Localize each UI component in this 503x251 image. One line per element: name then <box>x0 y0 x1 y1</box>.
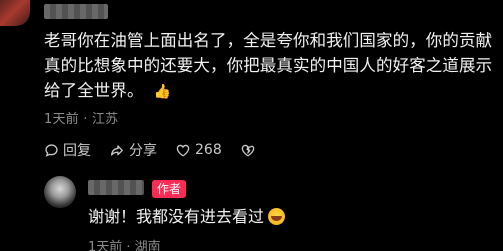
like-button[interactable]: 268 <box>175 142 222 158</box>
avatar[interactable] <box>44 176 76 208</box>
share-button[interactable]: 分享 <box>109 140 157 160</box>
heart-icon <box>176 144 190 157</box>
reply-label: 回复 <box>63 143 91 159</box>
username-blurred[interactable] <box>88 180 144 195</box>
rofl-emoji-icon <box>268 208 286 225</box>
comment-actions: 回复 分享 268 <box>44 140 278 160</box>
share-label: 分享 <box>129 143 157 159</box>
username-blurred[interactable] <box>44 4 108 19</box>
thumbs-up-emoji: 👍 <box>153 84 172 100</box>
comment-meta: 1天前 · 江苏 <box>44 112 119 127</box>
broken-heart-icon <box>241 144 255 156</box>
dislike-button[interactable] <box>240 143 260 158</box>
reply-meta: 1天前 · 湖南 <box>88 240 161 251</box>
author-badge: 作者 <box>152 180 187 198</box>
reply: 作者 谢谢！我都没有进去看过 1天前 · 湖南 <box>44 176 503 251</box>
avatar[interactable] <box>0 0 30 26</box>
like-count: 268 <box>195 142 222 158</box>
comment-body: 老哥你在油管上面出名了，全是夸你和我们国家的，你的贡献真的比想象中的还要大，你把… <box>44 31 493 100</box>
reply-body: 谢谢！我都没有进去看过 <box>88 207 265 226</box>
reply-text: 谢谢！我都没有进去看过 <box>88 207 286 227</box>
reply-button[interactable]: 回复 <box>44 140 91 160</box>
comment-text: 老哥你在油管上面出名了，全是夸你和我们国家的，你的贡献真的比想象中的还要大，你把… <box>44 28 494 105</box>
comment-bubble-icon <box>45 143 58 157</box>
share-icon <box>111 144 123 156</box>
